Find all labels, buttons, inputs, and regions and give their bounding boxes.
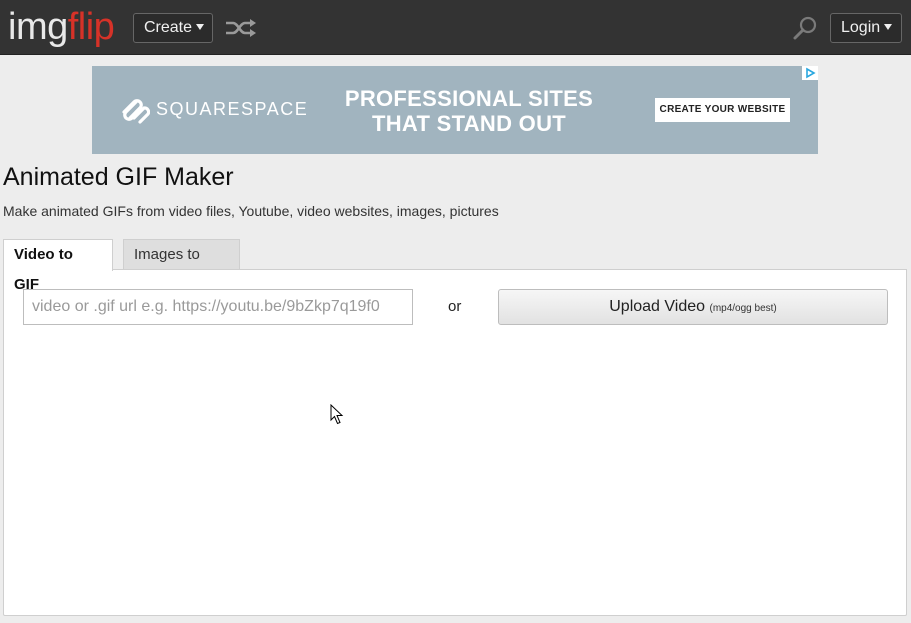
create-label: Create [144,19,193,36]
squarespace-logo-icon [122,99,150,124]
logo-text-img: img [8,6,68,48]
video-url-input[interactable] [23,289,413,325]
imgflip-logo[interactable]: imgflip [8,5,115,49]
upload-video-button[interactable]: Upload Video (mp4/ogg best) [498,289,888,325]
video-to-gif-panel: or Upload Video (mp4/ogg best) [3,269,907,616]
top-nav-bar: imgflip Create Login [0,0,911,55]
search-icon[interactable] [792,15,818,41]
ad-brand-name: SQUARESPACE [156,99,309,119]
ad-headline-line2: THAT STAND OUT [371,111,567,136]
chevron-down-icon [884,24,893,30]
or-separator: or [448,298,462,315]
ad-headline: PROFESSIONAL SITES THAT STAND OUT [324,86,614,136]
login-button[interactable]: Login [830,13,902,43]
login-label: Login [841,19,881,36]
tab-video-to-gif[interactable]: Video to GIF [3,239,113,293]
page-subtitle: Make animated GIFs from video files, You… [3,203,499,219]
upload-video-label: Upload Video [609,298,706,315]
chevron-down-icon [196,24,205,30]
ad-banner[interactable]: SQUARESPACE PROFESSIONAL SITES THAT STAN… [92,66,818,154]
ad-headline-line1: PROFESSIONAL SITES [344,86,594,111]
upload-video-hint: (mp4/ogg best) [709,303,777,314]
tab-images-to-gif[interactable]: Images to GIF [123,239,240,293]
logo-text-flip: flip [67,6,115,48]
create-menu-button[interactable]: Create [133,13,213,43]
ad-cta-button[interactable]: CREATE YOUR WEBSITE [655,98,790,122]
page-title: Animated GIF Maker [3,163,234,191]
ad-choices-icon[interactable] [802,66,818,80]
shuffle-icon[interactable] [224,16,258,40]
mouse-pointer-icon [330,404,344,425]
